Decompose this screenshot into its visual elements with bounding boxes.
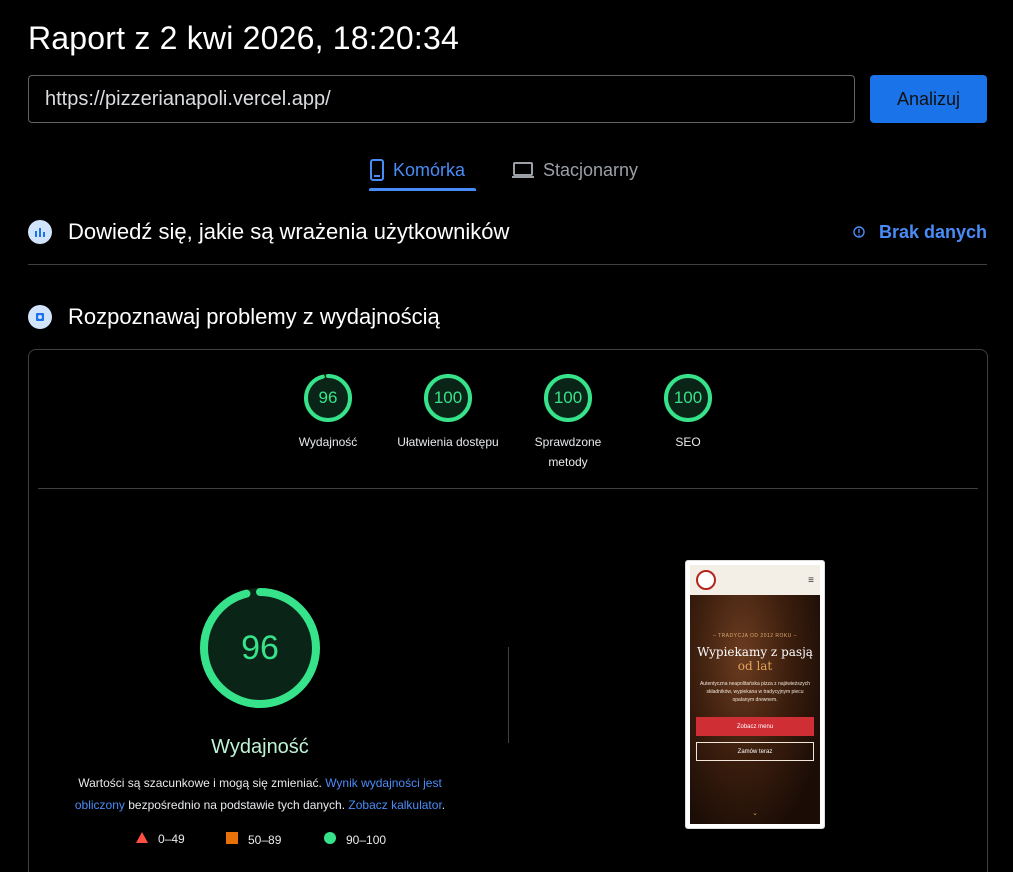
pizzeria-logo	[696, 570, 716, 590]
url-input[interactable]	[28, 75, 855, 123]
section-divider	[28, 264, 987, 265]
site-tagline: – TRADYCJA OD 2012 ROKU –	[712, 633, 798, 639]
site-heading-line1: Wypiekamy z pasją	[697, 645, 813, 659]
lighthouse-icon	[28, 305, 52, 329]
score-gauge-accessibility[interactable]: 100	[423, 373, 473, 423]
calculator-link[interactable]: Zobacz kalkulator	[348, 798, 441, 812]
site-order-button: Zamów teraz	[696, 742, 814, 761]
legend-label: 50–89	[248, 832, 282, 847]
users-chart-icon	[28, 220, 52, 244]
report-title: Raport z 2 kwi 2026, 18:20:34	[28, 20, 459, 56]
site-heading-line2: od lat	[737, 659, 773, 673]
active-tab-indicator	[369, 188, 476, 191]
laptop-icon	[511, 161, 535, 179]
circle-icon	[324, 832, 336, 847]
site-heading: Wypiekamy z pasją od lat	[690, 645, 820, 673]
score-gauge-seo[interactable]: 100	[663, 373, 713, 423]
field-data-header: Dowiedź się, jakie są wrażenia użytkowni…	[28, 217, 987, 247]
page-screenshot: ≡ – TRADYCJA OD 2012 ROKU – Wypiekamy z …	[685, 560, 825, 829]
tab-desktop[interactable]: Stacjonarny	[511, 148, 638, 192]
score-label-seo: SEO	[675, 435, 701, 449]
no-data-link[interactable]: Brak danych	[853, 222, 987, 243]
legend-fail: 0–49	[136, 832, 185, 846]
legend-label: 90–100	[346, 832, 387, 847]
site-paragraph: Autentyczna neapolitańska pizza z najświ…	[699, 681, 811, 703]
lab-data-title: Rozpoznawaj problemy z wydajnością	[68, 304, 440, 329]
legend-pass: 90–100	[324, 832, 386, 847]
tab-desktop-label: Stacjonarny	[543, 159, 639, 180]
hamburger-menu-icon: ≡	[808, 574, 814, 586]
score-label-performance: Wydajność	[298, 435, 358, 449]
performance-score: 96	[241, 628, 279, 667]
field-data-title: Dowiedź się, jakie są wrażenia użytkowni…	[68, 219, 510, 244]
legend-label: 0–49	[158, 832, 185, 846]
score-gauge-performance[interactable]: 96	[303, 373, 353, 423]
smartphone-icon	[369, 159, 385, 181]
analyze-button[interactable]: Analizuj	[870, 75, 987, 123]
site-menu-button: Zobacz menu	[696, 717, 814, 736]
score-label-best-practices: Sprawdzone metody	[534, 435, 602, 469]
score-gauge-best-practices[interactable]: 100	[543, 373, 593, 423]
tab-mobile[interactable]: Komórka	[369, 148, 465, 192]
site-header: ≡	[690, 565, 820, 595]
lab-data-header: Rozpoznawaj problemy z wydajnością	[28, 302, 987, 332]
performance-gauge: 96	[199, 587, 321, 709]
performance-disclaimer: Wartości są szacunkowe i mogą się zmieni…	[60, 772, 460, 816]
scroll-down-icon: ⌄	[752, 810, 758, 817]
disclaimer-suffix: .	[441, 798, 446, 812]
legend-average: 50–89	[226, 832, 281, 847]
score-value: 100	[673, 388, 703, 407]
score-value: 96	[318, 388, 338, 407]
no-data-label: Brak danych	[878, 221, 987, 242]
tab-mobile-label: Komórka	[393, 159, 466, 180]
square-icon	[226, 832, 238, 847]
score-value: 100	[553, 388, 583, 407]
triangle-icon	[136, 832, 148, 846]
score-value: 100	[433, 388, 463, 407]
disclaimer-text: Wartości są szacunkowe i mogą się zmieni…	[78, 776, 322, 790]
performance-label: Wydajność	[211, 736, 309, 758]
info-icon	[853, 222, 865, 243]
disclaimer-text-middle: bezpośrednio na podstawie tych danych.	[128, 798, 346, 812]
card-divider	[38, 488, 978, 489]
score-label-accessibility: Ułatwienia dostępu	[397, 435, 499, 449]
vertical-separator	[508, 647, 509, 743]
